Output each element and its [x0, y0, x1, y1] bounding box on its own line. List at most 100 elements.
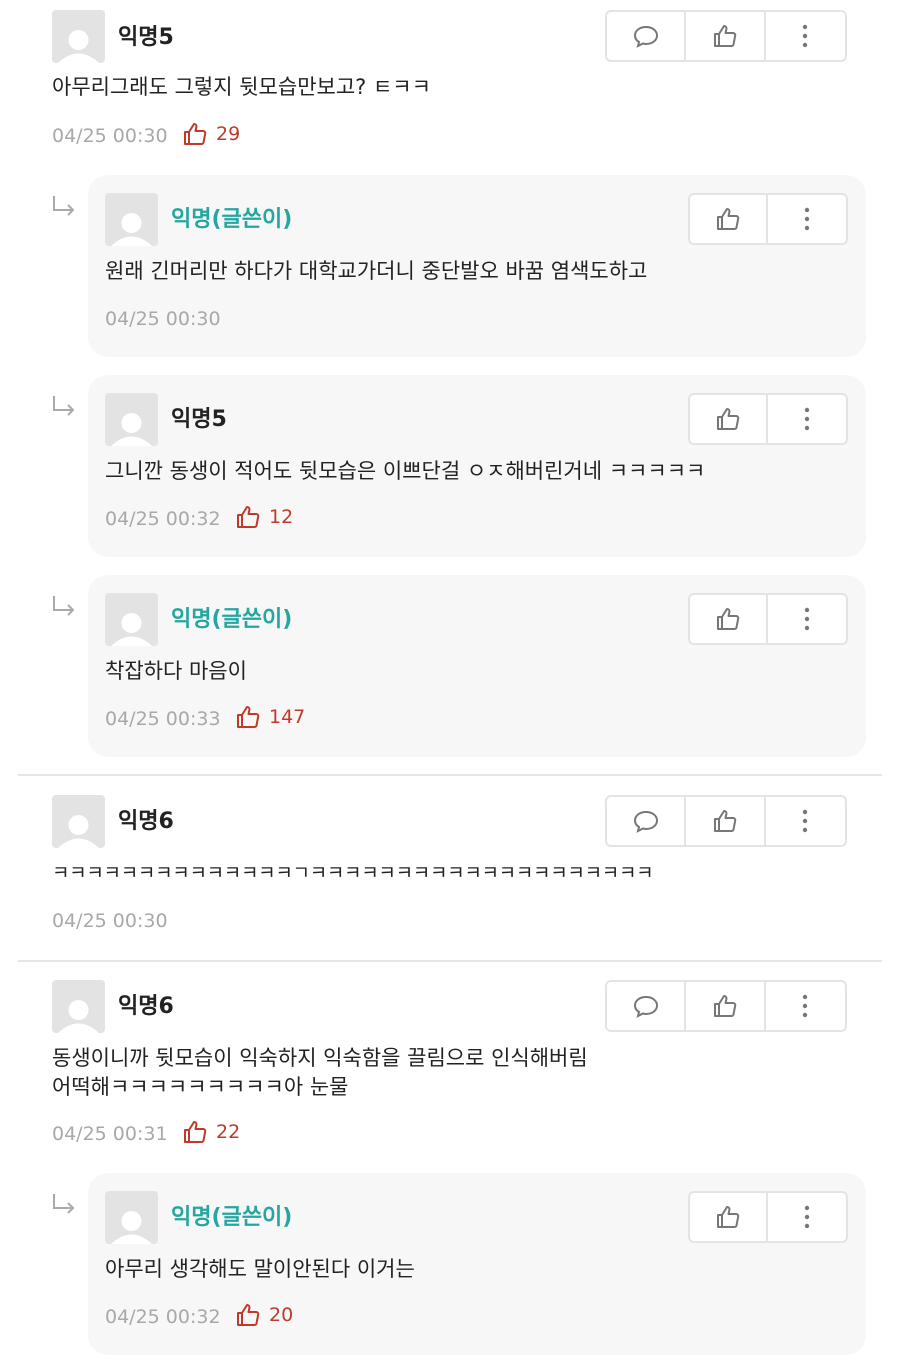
reply-button[interactable] — [607, 12, 687, 60]
reply-arrow-icon — [53, 596, 75, 616]
comment-time: 04/25 00:32 — [105, 1306, 221, 1328]
comment-actions — [688, 1191, 848, 1243]
default-avatar-icon — [58, 30, 99, 63]
comment-item: 익명6 ㅋㅋㅋㅋㅋㅋㅋㅋㅋㅋㅋㅋㅋㅋㄱㅋㅋㅋㅋㅋㅋㅋㅋㅋㅋㅋㅋㅋㅋㅋㅋㅋㅋㅋㅋ … — [0, 776, 900, 958]
more-button[interactable] — [768, 595, 846, 643]
reply-item: 익명(글쓴이) 아무리 생각해도 말이안된다 이거는 04/25 00:32 2… — [88, 1173, 866, 1355]
default-avatar-icon — [111, 613, 152, 646]
thumbs-up-icon — [237, 706, 260, 728]
comment-text: 아무리 생각해도 말이안된다 이거는 — [105, 1257, 415, 1281]
comment-text: 원래 긴머리만 하다가 대학교가더니 중단발오 바꿈 염색도하고 — [105, 259, 648, 283]
like-button[interactable] — [690, 395, 769, 443]
vertical-dots-icon — [804, 207, 810, 231]
reply-arrow-icon — [53, 1194, 75, 1214]
vote-number: 20 — [269, 1304, 294, 1326]
more-button[interactable] — [768, 195, 846, 243]
vertical-dots-icon — [804, 1205, 810, 1229]
comment-author: 익명6 — [118, 994, 174, 1019]
more-button[interactable] — [766, 982, 845, 1030]
vote-count: 20 — [235, 1302, 315, 1330]
comment-time: 04/25 00:30 — [105, 308, 221, 330]
avatar[interactable] — [105, 393, 158, 446]
vertical-dots-icon — [804, 407, 810, 431]
vote-count: 12 — [235, 504, 315, 532]
comment-text-line-2: 어떡해ㅋㅋㅋㅋㅋㅋㅋㅋㅋ아 눈물 — [52, 1075, 349, 1099]
more-button[interactable] — [768, 395, 846, 443]
vote-count: 147 — [235, 704, 325, 732]
vote-number: 147 — [269, 706, 306, 728]
comment-time: 04/25 00:30 — [52, 125, 168, 147]
avatar[interactable] — [105, 593, 158, 646]
thumbs-up-icon — [714, 25, 737, 47]
avatar[interactable] — [105, 1191, 158, 1244]
default-avatar-icon — [111, 413, 152, 446]
avatar[interactable] — [105, 193, 158, 246]
default-avatar-icon — [111, 213, 152, 246]
speech-bubble-icon — [633, 810, 658, 833]
vertical-dots-icon — [804, 607, 810, 631]
reply-item: 익명(글쓴이) 원래 긴머리만 하다가 대학교가더니 중단발오 바꿈 염색도하고… — [88, 175, 866, 357]
reply-arrow-icon — [53, 196, 75, 216]
more-button[interactable] — [766, 797, 845, 845]
vote-number: 12 — [269, 506, 294, 528]
speech-bubble-icon — [633, 995, 658, 1018]
vertical-dots-icon — [803, 994, 808, 1018]
comment-author: 익명5 — [171, 407, 227, 432]
vertical-dots-icon — [803, 24, 808, 48]
comment-author: 익명5 — [118, 25, 174, 50]
thumbs-up-icon — [237, 1304, 260, 1326]
vertical-dots-icon — [803, 809, 808, 833]
thumbs-up-icon — [717, 1206, 740, 1228]
like-button[interactable] — [690, 1193, 769, 1241]
like-button[interactable] — [686, 982, 766, 1030]
thumbs-up-icon — [237, 506, 260, 528]
comment-time: 04/25 00:30 — [52, 910, 168, 932]
comment-text: 그니깐 동생이 적어도 뒷모습은 이쁘단걸 ㅇㅈ해버린거네 ㅋㅋㅋㅋㅋ — [105, 459, 706, 483]
like-button[interactable] — [690, 595, 769, 643]
reply-item: 익명5 그니깐 동생이 적어도 뒷모습은 이쁘단걸 ㅇㅈ해버린거네 ㅋㅋㅋㅋㅋ … — [88, 375, 866, 557]
avatar[interactable] — [52, 795, 105, 848]
comment-time: 04/25 00:32 — [105, 508, 221, 530]
comment-time: 04/25 00:31 — [52, 1123, 168, 1145]
comment-time: 04/25 00:33 — [105, 708, 221, 730]
comment-actions — [605, 795, 847, 847]
comment-item: 익명5 아무리그래도 그렇지 뒷모습만보고? ㅌㅋㅋ 04/25 00:30 2… — [0, 0, 900, 170]
comment-author: 익명(글쓴이) — [171, 207, 293, 232]
vote-count: 22 — [182, 1119, 262, 1147]
comment-text: 착잡하다 마음이 — [105, 659, 247, 683]
avatar[interactable] — [52, 980, 105, 1033]
thumbs-up-icon — [717, 408, 740, 430]
vote-number: 22 — [216, 1121, 241, 1143]
comment-author: 익명6 — [118, 809, 174, 834]
default-avatar-icon — [58, 1000, 99, 1033]
comment-text-line-1: 동생이니까 뒷모습이 익숙하지 익숙함을 끌림으로 인식해버림 — [52, 1046, 588, 1070]
comment-actions — [688, 593, 848, 645]
comment-item: 익명6 동생이니까 뒷모습이 익숙하지 익숙함을 끌림으로 인식해버림 어떡해ㅋ… — [0, 962, 900, 1172]
vote-number: 29 — [216, 123, 241, 145]
reply-arrow-icon — [53, 396, 75, 416]
default-avatar-icon — [58, 815, 99, 848]
comment-author: 익명(글쓴이) — [171, 1205, 293, 1230]
more-button[interactable] — [768, 1193, 846, 1241]
thumbs-up-icon — [184, 123, 207, 145]
comment-actions — [605, 10, 847, 62]
reply-item: 익명(글쓴이) 착잡하다 마음이 04/25 00:33 147 — [88, 575, 866, 757]
comment-text: 아무리그래도 그렇지 뒷모습만보고? ㅌㅋㅋ — [52, 75, 431, 99]
like-button[interactable] — [690, 195, 769, 243]
avatar[interactable] — [52, 10, 105, 63]
like-button[interactable] — [686, 12, 766, 60]
comment-actions — [605, 980, 847, 1032]
thumbs-up-icon — [717, 208, 740, 230]
like-button[interactable] — [686, 797, 766, 845]
speech-bubble-icon — [633, 25, 658, 48]
reply-button[interactable] — [607, 797, 687, 845]
thumbs-up-icon — [714, 995, 737, 1017]
default-avatar-icon — [111, 1211, 152, 1244]
comment-text: ㅋㅋㅋㅋㅋㅋㅋㅋㅋㅋㅋㅋㅋㅋㄱㅋㅋㅋㅋㅋㅋㅋㅋㅋㅋㅋㅋㅋㅋㅋㅋㅋㅋㅋㅋ — [52, 862, 654, 884]
thumbs-up-icon — [717, 608, 740, 630]
thumbs-up-icon — [714, 810, 737, 832]
comment-author: 익명(글쓴이) — [171, 607, 293, 632]
reply-button[interactable] — [607, 982, 687, 1030]
comment-actions — [688, 193, 848, 245]
more-button[interactable] — [766, 12, 845, 60]
